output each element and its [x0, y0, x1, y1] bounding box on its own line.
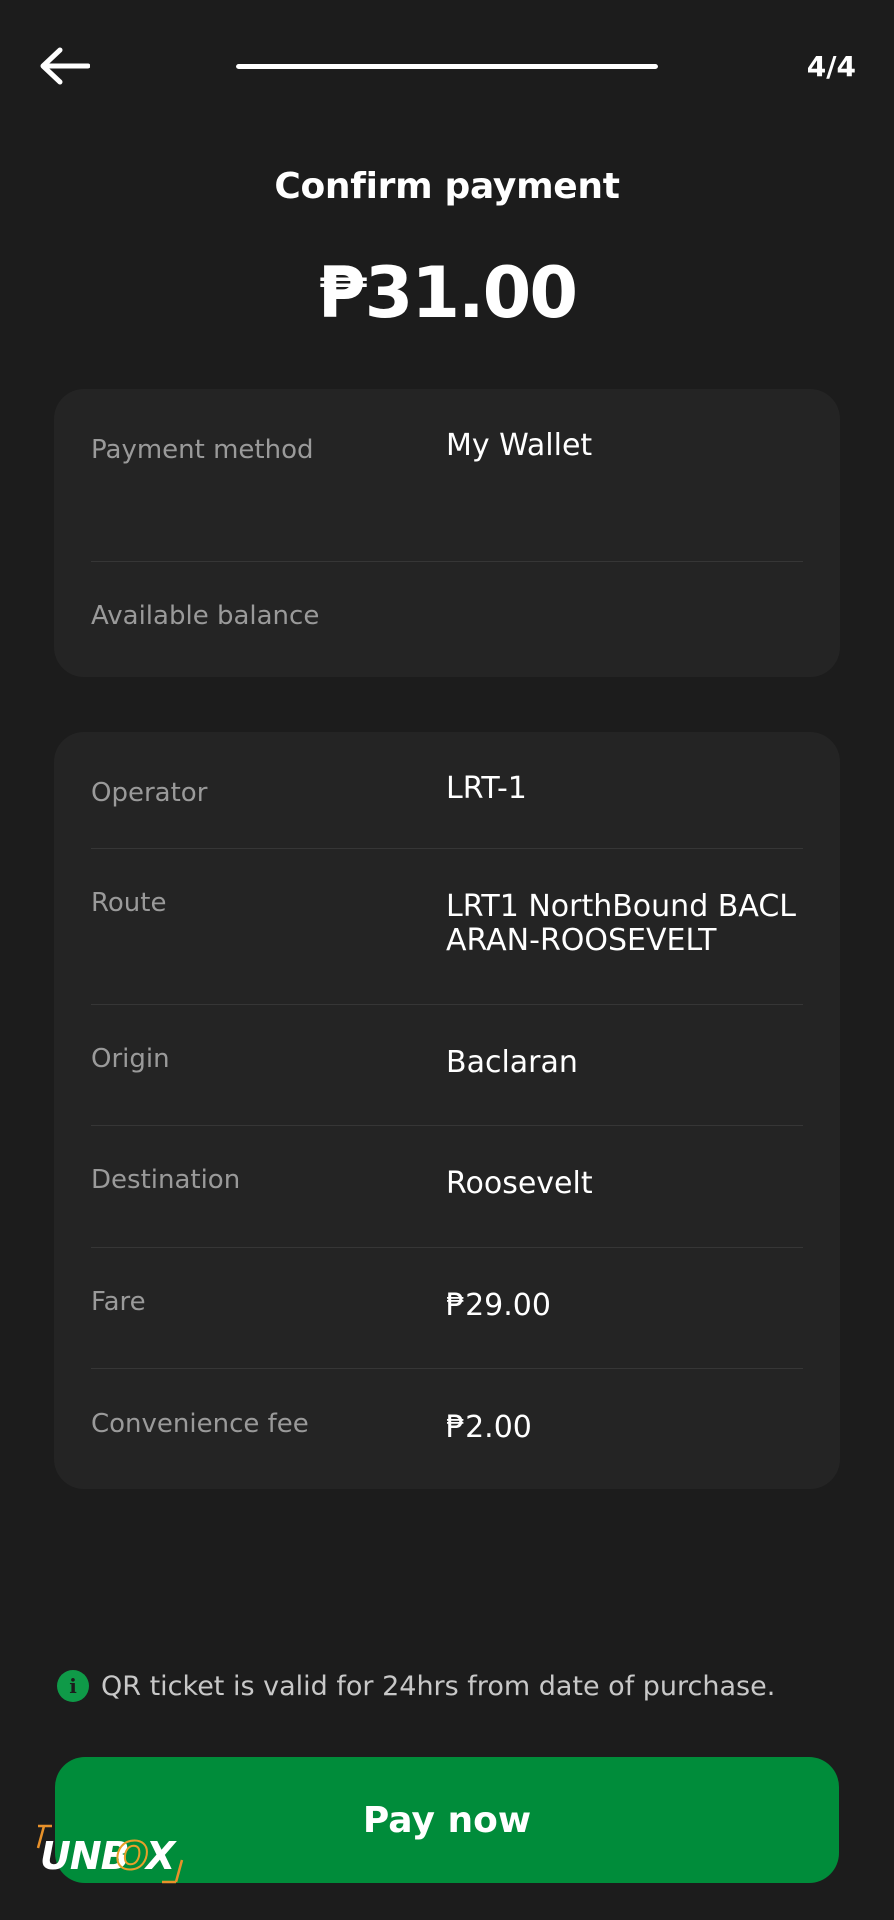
fare-value: ₱29.00	[446, 1288, 551, 1323]
payment-method-label: Payment method	[91, 435, 314, 465]
destination-label: Destination	[91, 1165, 241, 1195]
payment-method-value: My Wallet	[446, 428, 593, 463]
operator-row: Operator LRT-1	[91, 772, 803, 822]
total-amount: ₱31.00	[317, 252, 578, 334]
validity-note-text: QR ticket is valid for 24hrs from date o…	[101, 1670, 776, 1702]
destination-value: Roosevelt	[446, 1166, 593, 1201]
payment-method-row[interactable]: Payment method My Wallet	[91, 429, 803, 509]
origin-row: Origin Baclaran	[91, 1044, 803, 1094]
info-icon: i	[57, 1670, 89, 1702]
divider	[91, 1368, 803, 1369]
divider	[91, 1125, 803, 1126]
operator-value: LRT-1	[446, 771, 527, 806]
divider	[91, 561, 803, 562]
origin-value: Baclaran	[446, 1045, 578, 1080]
available-balance-label: Available balance	[91, 601, 320, 631]
step-counter: 4/4	[806, 50, 856, 83]
convenience-fee-value: ₱2.00	[446, 1410, 532, 1445]
svg-text:O: O	[116, 1834, 148, 1878]
divider	[91, 848, 803, 849]
validity-note: i QR ticket is valid for 24hrs from date…	[57, 1670, 775, 1702]
convenience-fee-label: Convenience fee	[91, 1409, 309, 1439]
route-row: Route LRT1 NorthBound BACLARAN-ROOSEVELT	[91, 888, 803, 978]
arrow-left-icon	[40, 47, 90, 85]
progress-bar	[236, 64, 658, 69]
page-title: Confirm payment	[274, 166, 620, 207]
divider	[91, 1247, 803, 1248]
route-value: LRT1 NorthBound BACLARAN-ROOSEVELT	[446, 889, 797, 958]
route-label: Route	[91, 888, 167, 918]
progress-bar-fill	[236, 64, 658, 69]
payment-details-card: Payment method My Wallet Available balan…	[54, 389, 840, 677]
back-button[interactable]	[36, 44, 92, 88]
trip-details-card: Operator LRT-1 Route LRT1 NorthBound BAC…	[54, 732, 840, 1489]
available-balance-row: Available balance	[91, 601, 803, 641]
convenience-fee-row: Convenience fee ₱2.00	[91, 1409, 803, 1459]
fare-row: Fare ₱29.00	[91, 1287, 803, 1337]
divider	[91, 1004, 803, 1005]
svg-text:X: X	[144, 1834, 177, 1878]
fare-label: Fare	[91, 1287, 146, 1317]
operator-label: Operator	[91, 778, 208, 808]
unbox-logo: UNB O X	[36, 1824, 184, 1884]
confirm-payment-screen: 4/4 Confirm payment ₱31.00 Payment metho…	[0, 0, 894, 1920]
origin-label: Origin	[91, 1044, 170, 1074]
destination-row: Destination Roosevelt	[91, 1165, 803, 1215]
